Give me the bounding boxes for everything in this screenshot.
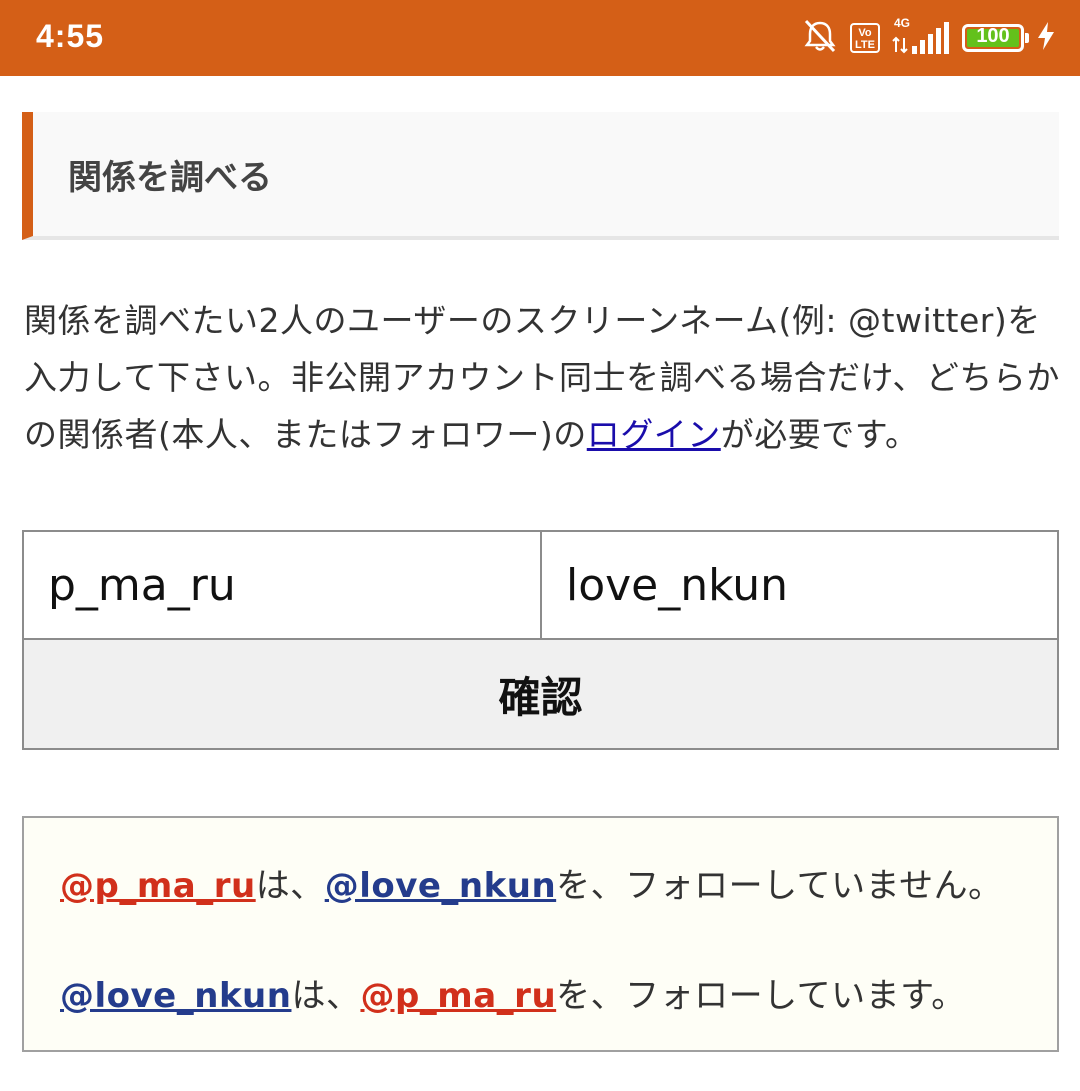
section-heading: 関係を調べる — [22, 112, 1059, 240]
page-title: 関係を調べる — [68, 158, 272, 198]
status-bar: 4:55 Vo LTE 4G 100 — [0, 0, 1080, 76]
battery-cap — [1025, 33, 1029, 43]
signal-4g-icon: 4G — [892, 16, 950, 54]
result-object-link[interactable]: @p_ma_ru — [360, 976, 556, 1016]
volte-bottom-label: LTE — [855, 39, 875, 51]
volte-icon: Vo LTE — [850, 23, 880, 53]
result-predicate: を、フォローしています。 — [556, 976, 966, 1016]
result-predicate: を、フォローしていません。 — [556, 866, 1003, 906]
result-subject-link[interactable]: @love_nkun — [60, 976, 291, 1016]
result-line: @p_ma_ruは、@love_nkunを、フォローしていません。 — [60, 858, 1003, 907]
result-object-link[interactable]: @love_nkun — [325, 866, 556, 906]
status-icons: Vo LTE 4G 100 — [802, 16, 1056, 58]
status-time: 4:55 — [36, 18, 105, 54]
mute-bell-icon — [802, 19, 838, 57]
user1-input[interactable]: p_ma_ru — [22, 530, 542, 640]
battery-icon: 100 — [962, 24, 1029, 52]
volte-top-label: Vo — [858, 27, 872, 39]
network-type-label: 4G — [894, 16, 911, 30]
description-text-after: が必要です。 — [720, 415, 919, 454]
login-link[interactable]: ログイン — [587, 415, 721, 454]
result-subject-link[interactable]: @p_ma_ru — [60, 866, 256, 906]
description-text: 関係を調べたい2人のユーザーのスクリーンネーム(例: @twitter)を入力し… — [24, 292, 1060, 463]
battery-level: 100 — [976, 25, 1010, 47]
charging-icon — [1036, 21, 1056, 55]
user2-input[interactable]: love_nkun — [540, 530, 1059, 640]
relationship-form: p_ma_ru love_nkun 確認 — [22, 530, 1059, 750]
result-particle: は、 — [255, 866, 325, 906]
result-box: @p_ma_ruは、@love_nkunを、フォローしていません。 @love_… — [22, 816, 1059, 1052]
result-line: @love_nkunは、@p_ma_ruを、フォローしています。 — [60, 968, 966, 1017]
result-particle: は、 — [291, 976, 361, 1016]
confirm-button[interactable]: 確認 — [22, 638, 1059, 750]
